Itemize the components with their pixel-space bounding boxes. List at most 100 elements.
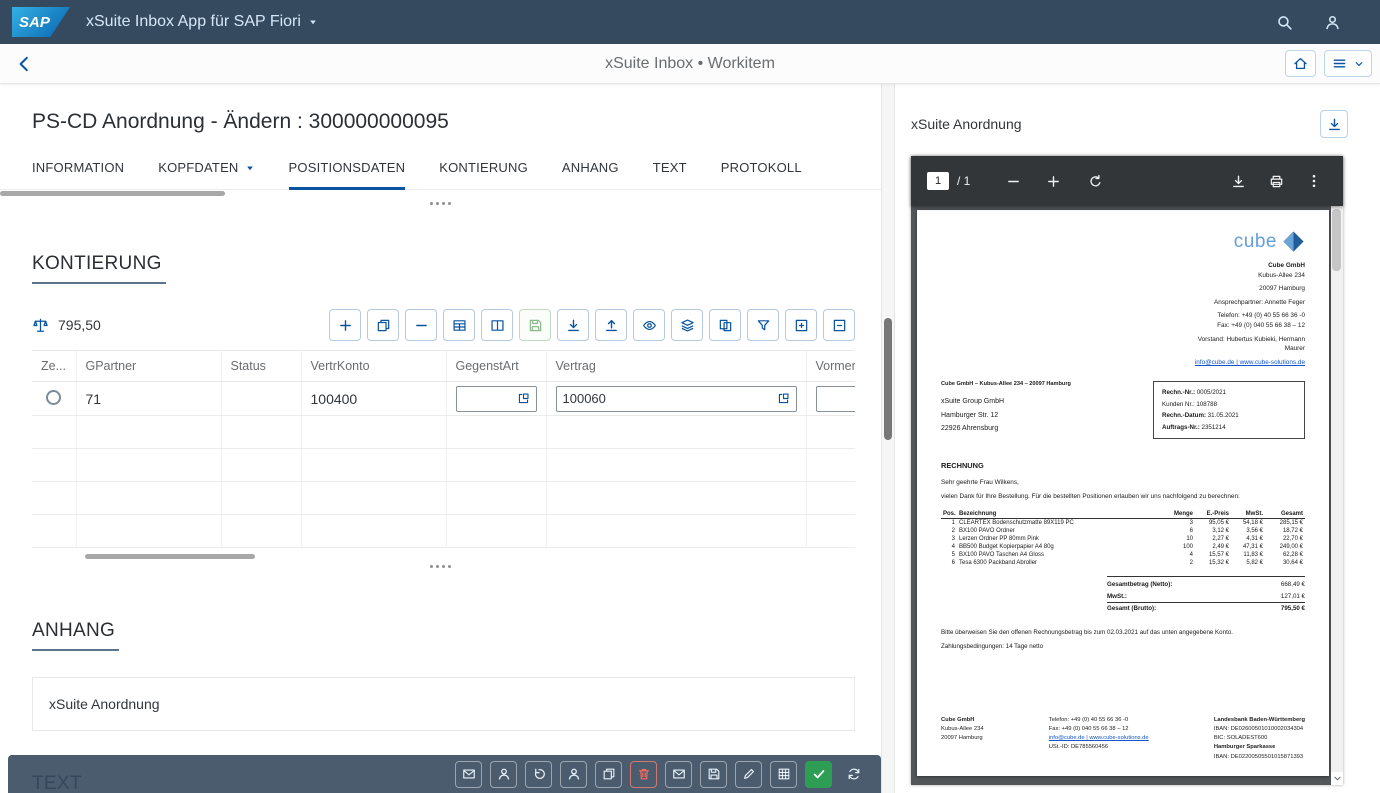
- table-view-button[interactable]: [770, 761, 797, 788]
- column-header[interactable]: GPartner: [76, 351, 221, 382]
- invoice-contact-line: Vorstand: Hubertus Kubieki, Hermann: [1195, 335, 1305, 345]
- invoice-link[interactable]: info@cube.de | www.cube-solutions.de: [1195, 358, 1305, 368]
- pdf-more-button[interactable]: [1301, 168, 1327, 194]
- upload-icon: [604, 318, 619, 333]
- sap-logo[interactable]: SAP: [12, 7, 70, 37]
- column-header[interactable]: GegenstArt: [446, 351, 546, 382]
- split-screen-button[interactable]: [481, 309, 513, 341]
- kontierung-table: Ze...GPartnerStatusVertrKontoGegenstArtV…: [32, 350, 855, 548]
- table-icon: [452, 318, 467, 333]
- tab-label: ANHANG: [562, 160, 619, 175]
- save-button[interactable]: [700, 761, 727, 788]
- invoice-footer-line: USt.-ID: DE785560456: [1049, 743, 1149, 752]
- cube-logo-diamond-icon: [1282, 230, 1305, 253]
- column-header[interactable]: Status: [221, 351, 301, 382]
- upload-button[interactable]: [595, 309, 627, 341]
- tab-information[interactable]: INFORMATION: [32, 154, 124, 190]
- value-help-icon: [517, 392, 530, 405]
- copy-row-button[interactable]: [367, 309, 399, 341]
- pdf-scrollbar[interactable]: [1331, 206, 1343, 785]
- invoice-meta-row: Rechn.-Nr.: 0005/2021: [1162, 387, 1296, 398]
- main-scrollbar[interactable]: [881, 84, 895, 793]
- forward-user-button[interactable]: [490, 761, 517, 788]
- search-button[interactable]: [1272, 10, 1296, 34]
- pdf-zoom-in-icon: [1046, 174, 1061, 189]
- splitter-grip[interactable]: [0, 560, 881, 570]
- tab-anhang[interactable]: ANHANG: [562, 154, 619, 190]
- tab-text[interactable]: TEXT: [653, 154, 687, 190]
- edit-button[interactable]: [735, 761, 762, 788]
- cell-input[interactable]: [456, 386, 537, 412]
- row-select-radio[interactable]: [46, 390, 61, 405]
- pdf-download-button[interactable]: [1225, 168, 1251, 194]
- app-title-menu[interactable]: xSuite Inbox App für SAP Fiori: [86, 13, 318, 31]
- rotate-button[interactable]: [1082, 168, 1108, 194]
- column-header[interactable]: Vormerk...: [806, 351, 855, 382]
- scroll-down-button[interactable]: [1331, 772, 1343, 785]
- back-button[interactable]: [10, 50, 38, 78]
- tab-kopfdaten[interactable]: KOPFDATEN: [158, 154, 254, 190]
- cell-input[interactable]: [816, 386, 856, 412]
- tab-protokoll[interactable]: PROTOKOLL: [721, 154, 802, 190]
- delete-row-button[interactable]: [405, 309, 437, 341]
- balance-value: 795,50: [58, 317, 101, 333]
- attachment-item[interactable]: xSuite Anordnung: [33, 678, 854, 730]
- menu-icon: [1332, 56, 1347, 71]
- sap-logo-text: SAP: [19, 14, 50, 31]
- column-header[interactable]: VertrKonto: [301, 351, 446, 382]
- save-button[interactable]: [519, 309, 551, 341]
- main-scrollbar-thumb[interactable]: [884, 318, 892, 440]
- invoice-link[interactable]: info@cube.de | www.cube-solutions.de: [1049, 734, 1149, 743]
- tab-positionsdaten[interactable]: POSITIONSDATEN: [289, 154, 406, 190]
- kontierung-section-heading: KONTIERUNG: [32, 253, 849, 284]
- horizontal-scrollbar-thumb[interactable]: [0, 191, 225, 196]
- delete-button[interactable]: [630, 761, 657, 788]
- column-header[interactable]: Ze...: [32, 351, 76, 382]
- tab-label: PROTOKOLL: [721, 160, 802, 175]
- add-row-button[interactable]: [329, 309, 361, 341]
- column-header[interactable]: Vertrag: [546, 351, 806, 382]
- invoice-footer-column: Landesbank Baden-WürttembergIBAN: DE0260…: [1214, 716, 1305, 762]
- filter-button[interactable]: [747, 309, 779, 341]
- refresh-button[interactable]: [840, 761, 867, 788]
- copy-button[interactable]: [595, 761, 622, 788]
- menu-button[interactable]: [1324, 50, 1372, 77]
- profile-button[interactable]: [1320, 10, 1344, 34]
- horizontal-scrollbar-thumb[interactable]: [85, 554, 255, 559]
- splitter-grip[interactable]: [0, 197, 881, 207]
- layers-button[interactable]: [671, 309, 703, 341]
- cell-input[interactable]: 100060: [556, 386, 797, 412]
- mail-button[interactable]: [455, 761, 482, 788]
- display-button[interactable]: [633, 309, 665, 341]
- page-number-input[interactable]: 1: [927, 172, 949, 190]
- check-icon: [812, 767, 826, 781]
- pdf-page-area: cube Cube GmbHKubus-Allee 23420097 Hambu…: [911, 206, 1343, 785]
- pdf-scrollbar-thumb[interactable]: [1332, 209, 1341, 271]
- invoice-note: Bitte überweisen Sie den offenen Rechnun…: [941, 629, 1305, 636]
- assign-user-button[interactable]: [560, 761, 587, 788]
- duplicate-button[interactable]: [709, 309, 741, 341]
- send-mail-button[interactable]: [665, 761, 692, 788]
- invoice-contact-line: Fax: +49 (0) 040 55 66 38 – 12: [1195, 321, 1305, 331]
- pdf-print-button[interactable]: [1263, 168, 1289, 194]
- download-button[interactable]: [557, 309, 589, 341]
- app-title-label: xSuite Inbox App für SAP Fiori: [86, 13, 301, 31]
- approve-button[interactable]: [805, 761, 832, 788]
- expand-all-button[interactable]: [785, 309, 817, 341]
- undo-button[interactable]: [525, 761, 552, 788]
- home-icon: [1293, 56, 1308, 71]
- table-settings-button[interactable]: [443, 309, 475, 341]
- attachment-viewer-panel: xSuite Anordnung 1 / 1: [895, 84, 1380, 793]
- edit-icon: [742, 767, 756, 781]
- collapse-all-button[interactable]: [823, 309, 855, 341]
- panel-download-icon: [1327, 117, 1342, 132]
- zoom-controls: [1000, 168, 1066, 194]
- zoom-out-button[interactable]: [1000, 168, 1026, 194]
- home-button[interactable]: [1285, 50, 1316, 77]
- attachment-download-button[interactable]: [1320, 110, 1348, 138]
- tab-kontierung[interactable]: KONTIERUNG: [439, 154, 528, 190]
- title-caret-icon: [308, 17, 318, 27]
- zoom-in-button[interactable]: [1040, 168, 1066, 194]
- invoice-item-row: 1CLEARTEX Bodenschutzmatte 89X119 PC395,…: [941, 519, 1305, 528]
- invoice-total-row: Gesamt (Brutto):795,50 €: [1107, 602, 1305, 614]
